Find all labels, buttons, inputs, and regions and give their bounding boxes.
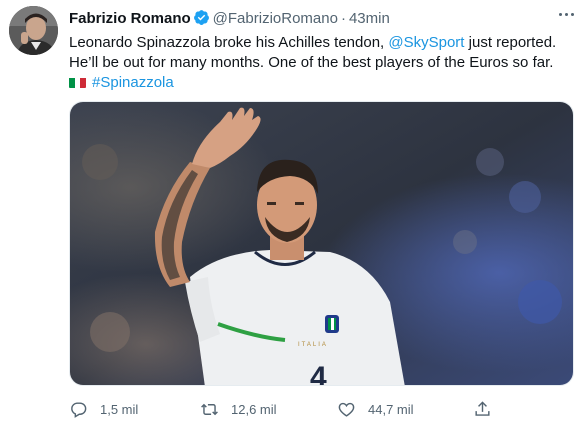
mention-skysport-link[interactable]: @SkySport: [388, 34, 464, 51]
text-segment: Leonardo Spinazzola broke his Achilles t…: [69, 34, 389, 51]
avatar-image: [9, 6, 58, 55]
tweet-header: Fabrizio Romano @FabrizioRomano · 43min: [69, 9, 390, 31]
retweet-button[interactable]: 12,6 mil: [200, 398, 277, 420]
tweet-text-line-2: He’ll be out for many months. One of the…: [69, 54, 554, 71]
jersey-text: ITALIA: [298, 342, 328, 348]
italy-flag-icon: [69, 76, 86, 88]
like-button[interactable]: 44,7 mil: [337, 398, 414, 420]
reply-button[interactable]: 1,5 mil: [69, 398, 138, 420]
share-icon: [475, 400, 490, 416]
retweet-icon: [201, 403, 218, 415]
retweet-count: 12,6 mil: [231, 401, 277, 417]
time-separator: ·: [340, 10, 346, 27]
verified-badge-icon: [193, 9, 210, 31]
like-count: 44,7 mil: [368, 401, 414, 417]
more-options-icon[interactable]: [556, 5, 578, 23]
tweet-text-line-1: Leonardo Spinazzola broke his Achilles t…: [69, 33, 574, 53]
author-name[interactable]: Fabrizio Romano: [69, 10, 191, 27]
jersey-number: 4: [310, 361, 327, 386]
text-segment: just reported.: [464, 34, 557, 51]
tweet-action-bar: 1,5 mil 12,6 mil 44,7 mil: [69, 398, 574, 420]
tweet-timestamp[interactable]: 43min: [349, 10, 390, 27]
reply-count: 1,5 mil: [100, 401, 139, 417]
player-photo: ITALIA 4: [70, 102, 573, 386]
heart-icon: [338, 402, 355, 417]
hashtag-spinazzola-link[interactable]: #Spinazzola: [92, 74, 174, 91]
tweet-media-photo[interactable]: ITALIA 4: [69, 101, 574, 386]
reply-icon: [71, 401, 87, 418]
tweet-text: Leonardo Spinazzola broke his Achilles t…: [69, 33, 574, 93]
share-button[interactable]: [473, 398, 492, 420]
tweet-text-line-3: #Spinazzola: [69, 73, 574, 93]
author-avatar[interactable]: [9, 6, 58, 55]
author-handle[interactable]: @FabrizioRomano: [213, 10, 338, 27]
